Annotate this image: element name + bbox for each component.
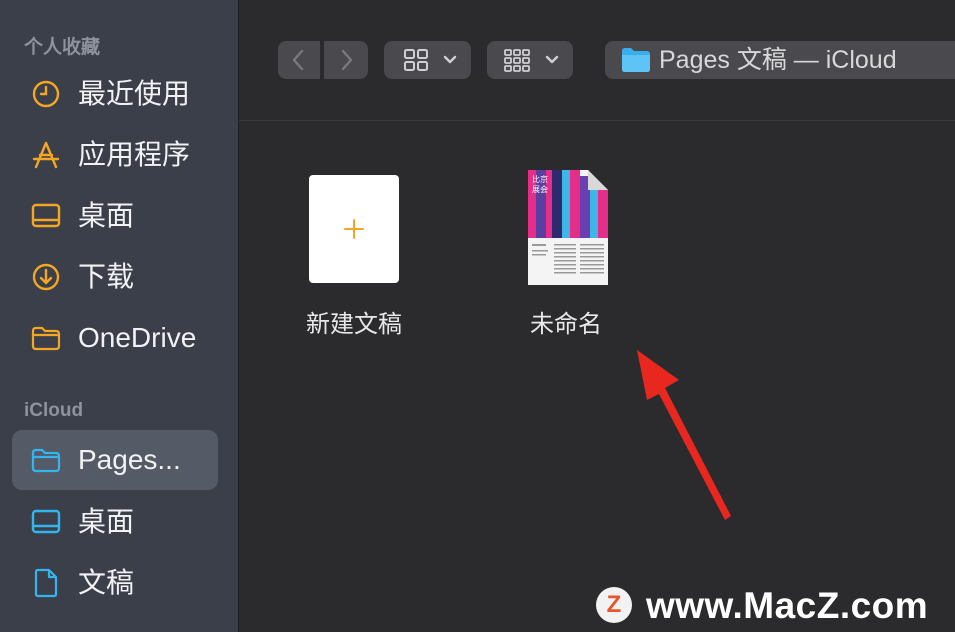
sidebar-item-recents[interactable]: 最近使用 [12, 64, 218, 124]
sidebar-item-label: 最近使用 [78, 78, 191, 109]
thumbnail-title: 展会 [532, 184, 548, 194]
file-name: 新建文稿 [306, 311, 402, 338]
icloud-header: iCloud [24, 400, 84, 421]
sidebar-item-label: Pages... [78, 444, 181, 475]
document-icon [34, 568, 58, 598]
sidebar-item-label: 桌面 [78, 506, 135, 537]
file-name: 未命名 [530, 311, 602, 338]
desktop-icon [31, 509, 61, 534]
folder-icon [31, 326, 61, 351]
annotation-arrow [637, 350, 731, 520]
back-button[interactable] [278, 41, 320, 79]
sidebar-item-desktop[interactable]: 桌面 [12, 186, 218, 246]
sidebar-item-pages[interactable]: Pages... [12, 430, 218, 490]
folder-icon [31, 448, 61, 473]
path-label: Pages 文稿 — iCloud [659, 46, 897, 74]
chevron-left-icon [292, 49, 304, 71]
new-document-thumbnail [309, 175, 399, 283]
file-browser: Pages 文稿 — iCloud 新建文稿 比京 展会 未命名 [239, 0, 955, 632]
new-document-item[interactable] [309, 175, 399, 283]
sidebar: 个人收藏 最近使用 应用程序 桌面 下载 OneDrive iCloud Pag… [0, 0, 239, 632]
watermark-text: www.MacZ.com [646, 585, 929, 626]
sidebar-item-downloads[interactable]: 下载 [12, 247, 218, 307]
sidebar-item-label: 应用程序 [78, 139, 191, 170]
document-thumbnail: 比京 展会 [528, 170, 608, 285]
untitled-document-item[interactable]: 比京 展会 [528, 170, 608, 285]
sidebar-item-label: 文稿 [78, 567, 135, 598]
grid-view-icon [404, 49, 457, 71]
thumbnail-title: 比京 [532, 174, 548, 184]
path-popup[interactable]: Pages 文稿 — iCloud [605, 41, 955, 79]
group-button[interactable] [487, 41, 573, 79]
sidebar-item-icloud-desktop[interactable]: 桌面 [12, 492, 218, 552]
favorites-header: 个人收藏 [24, 37, 101, 58]
sidebar-item-label: 桌面 [78, 200, 135, 231]
sidebar-item-label: OneDrive [78, 322, 197, 353]
sidebar-item-applications[interactable]: 应用程序 [12, 125, 218, 185]
toolbar: Pages 文稿 — iCloud [239, 0, 955, 121]
watermark-logo: Z [596, 587, 632, 623]
folder-icon [622, 48, 650, 72]
view-mode-button[interactable] [384, 41, 471, 79]
download-icon [32, 263, 60, 291]
clock-icon [32, 80, 60, 108]
chevron-right-icon [341, 49, 353, 71]
desktop-icon [31, 203, 61, 228]
applications-icon [32, 141, 60, 169]
sidebar-item-documents[interactable]: 文稿 [12, 553, 218, 613]
sidebar-item-label: 下载 [78, 261, 135, 292]
sidebar-item-onedrive[interactable]: OneDrive [12, 308, 218, 368]
forward-button[interactable] [324, 41, 368, 79]
plus-icon [344, 219, 364, 239]
group-icon [504, 49, 559, 72]
watermark: Z www.MacZ.com [596, 584, 941, 628]
